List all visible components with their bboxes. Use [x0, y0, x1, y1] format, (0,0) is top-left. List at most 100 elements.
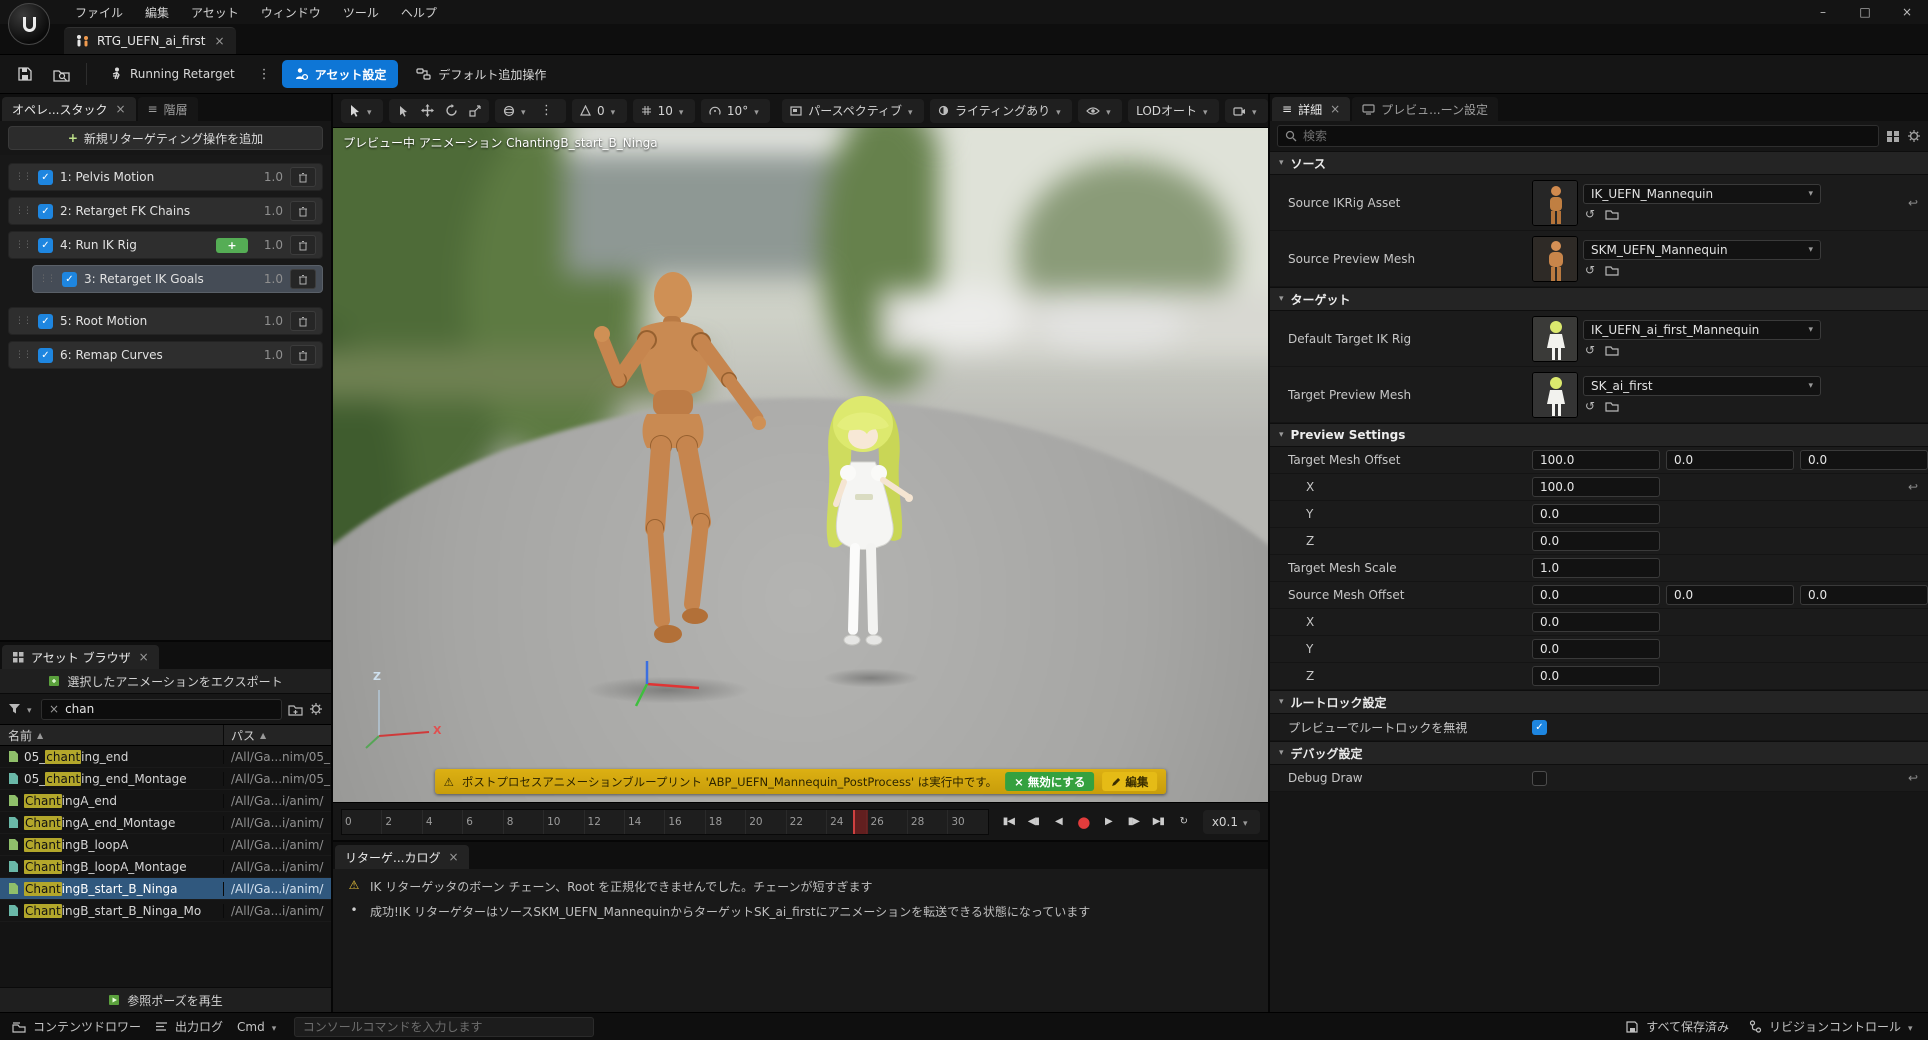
show-flags-menu[interactable]: [1078, 99, 1122, 123]
asset-row-selected[interactable]: ChantingB_start_B_Ninga /All/Ga...i/anim…: [0, 878, 331, 900]
grid-snap-menu[interactable]: 10: [633, 99, 695, 123]
op-enabled-checkbox[interactable]: [38, 170, 53, 185]
tab-rtg-uefn-ai-first[interactable]: RTG_UEFN_ai_first ×: [64, 27, 236, 54]
asset-row[interactable]: ChantingB_loopA /All/Ga...i/anim/: [0, 834, 331, 856]
delete-op-button[interactable]: [290, 235, 316, 255]
close-icon[interactable]: ×: [1330, 102, 1340, 116]
z-field[interactable]: [1532, 531, 1660, 551]
source-offset-z-field[interactable]: [1800, 585, 1928, 605]
select-tool-button[interactable]: [391, 99, 415, 123]
tab-op-stack[interactable]: オペレ...スタック ×: [2, 97, 136, 121]
filter-funnel-icon[interactable]: [8, 703, 21, 715]
asset-row[interactable]: 05_chanting_end_Montage /All/Ga...nim/05…: [0, 768, 331, 790]
playback-speed-menu[interactable]: x0.1: [1203, 810, 1260, 834]
running-retarget-button[interactable]: Running Retarget: [97, 60, 247, 88]
menu-tools[interactable]: ツール: [332, 1, 390, 24]
use-selected-icon[interactable]: ↺: [1585, 207, 1595, 221]
save-button[interactable]: [10, 60, 40, 88]
op-enabled-checkbox[interactable]: [38, 314, 53, 329]
reset-to-default-icon[interactable]: ↩: [1902, 480, 1924, 494]
clear-search-icon[interactable]: ×: [49, 702, 59, 716]
target-ikrig-thumbnail[interactable]: [1532, 316, 1578, 362]
go-to-end-button[interactable]: ▶▮: [1147, 810, 1170, 834]
target-ikrig-dropdown[interactable]: IK_UEFN_ai_first_Mannequin: [1583, 320, 1821, 340]
target-mesh-dropdown[interactable]: SK_ai_first: [1583, 376, 1821, 396]
op-enabled-checkbox[interactable]: [62, 272, 77, 287]
transform-gizmo[interactable]: [633, 658, 708, 710]
revision-control-button[interactable]: リビジョンコントロール: [1749, 1018, 1916, 1035]
go-to-start-button[interactable]: ▮◀: [997, 810, 1020, 834]
all-saved-button[interactable]: すべて保存済み: [1625, 1018, 1729, 1035]
drag-handle-icon[interactable]: ⋮⋮: [15, 350, 31, 360]
x-field[interactable]: [1532, 612, 1660, 632]
y-field[interactable]: [1532, 639, 1660, 659]
close-window-icon[interactable]: ×: [1886, 0, 1928, 24]
filter-chevron-icon[interactable]: [27, 702, 35, 716]
menu-file[interactable]: ファイル: [64, 1, 134, 24]
close-tab-icon[interactable]: ×: [214, 34, 224, 48]
camera-menu[interactable]: [1225, 99, 1268, 123]
perspective-menu[interactable]: パースペクティブ: [782, 99, 924, 123]
target-scale-field[interactable]: [1532, 558, 1660, 578]
use-selected-icon[interactable]: ↺: [1585, 263, 1595, 277]
drag-handle-icon[interactable]: ⋮⋮: [15, 240, 31, 250]
source-mannequin-figure[interactable]: [561, 268, 776, 688]
menu-help[interactable]: ヘルプ: [390, 1, 448, 24]
z-field[interactable]: [1532, 666, 1660, 686]
browse-to-icon[interactable]: [1605, 209, 1619, 220]
section-debug[interactable]: デバッグ設定: [1270, 741, 1928, 765]
browse-to-icon[interactable]: [1605, 265, 1619, 276]
asset-row[interactable]: 05_chanting_end /All/Ga...nim/05_: [0, 746, 331, 768]
source-mesh-dropdown[interactable]: SKM_UEFN_Mannequin: [1583, 240, 1821, 260]
menu-asset[interactable]: アセット: [180, 1, 250, 24]
drag-handle-icon[interactable]: ⋮⋮: [15, 172, 31, 182]
rotate-tool-button[interactable]: [439, 99, 463, 123]
op-item-pelvis-motion[interactable]: ⋮⋮ 1: Pelvis Motion 1.0: [8, 163, 323, 191]
maximize-icon[interactable]: □: [1844, 0, 1886, 24]
lighting-mode-menu[interactable]: ライティングあり: [930, 99, 1072, 123]
settings-gear-icon[interactable]: [309, 702, 323, 716]
viewport-3d-scene[interactable]: Z X プレビュー中 アニメーション ChantingB_start_B_Nin…: [333, 128, 1268, 802]
delete-op-button[interactable]: [290, 345, 316, 365]
section-root-lock[interactable]: ルートロック設定: [1270, 690, 1928, 714]
drag-handle-icon[interactable]: ⋮⋮: [15, 206, 31, 216]
add-retarget-op-button[interactable]: + 新規リターゲティング操作を追加: [8, 126, 323, 150]
timeline-ruler[interactable]: 02 46 810 1214 1618 2022 2426 2830: [341, 809, 989, 835]
drag-handle-icon[interactable]: ⋮⋮: [39, 274, 55, 284]
op-item-remap-curves[interactable]: ⋮⋮ 6: Remap Curves 1.0: [8, 341, 323, 369]
delete-op-button[interactable]: [290, 269, 316, 289]
source-ikrig-thumbnail[interactable]: [1532, 180, 1578, 226]
y-field[interactable]: [1532, 504, 1660, 524]
asset-row[interactable]: ChantingB_start_B_Ninga_Mo /All/Ga...i/a…: [0, 900, 331, 922]
delete-op-button[interactable]: [290, 201, 316, 221]
more-options-icon[interactable]: ⋮: [253, 67, 276, 82]
op-enabled-checkbox[interactable]: [38, 238, 53, 253]
source-offset-y-field[interactable]: [1666, 585, 1794, 605]
op-item-retarget-ik-goals[interactable]: ⋮⋮ 3: Retarget IK Goals 1.0: [32, 265, 323, 293]
source-mesh-thumbnail[interactable]: [1532, 236, 1578, 282]
section-source[interactable]: ソース: [1270, 151, 1928, 175]
column-name[interactable]: 名前▲: [0, 725, 223, 745]
use-selected-icon[interactable]: ↺: [1585, 343, 1595, 357]
disable-postprocess-button[interactable]: × 無効にする: [1005, 772, 1094, 791]
play-reverse-button[interactable]: ◀: [1047, 810, 1070, 834]
target-mesh-thumbnail[interactable]: [1532, 372, 1578, 418]
export-animations-button[interactable]: 選択したアニメーションをエクスポート: [0, 669, 331, 694]
column-path[interactable]: パス▲: [223, 725, 331, 745]
play-reference-pose-button[interactable]: 参照ポーズを再生: [0, 987, 331, 1012]
tab-hierarchy[interactable]: ≡ 階層: [138, 97, 198, 121]
op-item-root-motion[interactable]: ⋮⋮ 5: Root Motion 1.0: [8, 307, 323, 335]
delete-op-button[interactable]: [290, 167, 316, 187]
ignore-root-lock-checkbox[interactable]: [1532, 720, 1547, 735]
browse-to-icon[interactable]: [1605, 345, 1619, 356]
use-selected-icon[interactable]: ↺: [1585, 399, 1595, 413]
target-character-figure[interactable]: [811, 390, 916, 685]
op-item-run-ik-rig[interactable]: ⋮⋮ 4: Run IK Rig + 1.0: [8, 231, 323, 259]
scale-tool-button[interactable]: [463, 99, 487, 123]
asset-search-input[interactable]: × chan: [41, 699, 282, 720]
target-offset-z-field[interactable]: [1800, 450, 1928, 470]
console-command-input[interactable]: [294, 1017, 594, 1037]
x-field[interactable]: [1532, 477, 1660, 497]
op-item-retarget-fk-chains[interactable]: ⋮⋮ 2: Retarget FK Chains 1.0: [8, 197, 323, 225]
drag-handle-icon[interactable]: ⋮⋮: [15, 316, 31, 326]
